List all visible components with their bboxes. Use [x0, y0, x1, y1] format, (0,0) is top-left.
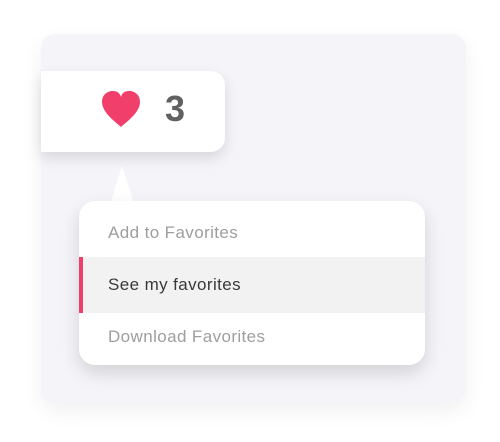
- favorites-dropdown-menu: Add to Favorites See my favorites Downlo…: [79, 201, 425, 365]
- heart-icon[interactable]: [99, 89, 143, 129]
- stage: 3 Add to Favorites See my favorites Down…: [0, 0, 500, 442]
- menu-item-download-favorites[interactable]: Download Favorites: [79, 309, 425, 365]
- favorites-count: 3: [165, 88, 186, 129]
- menu-pointer-arrow: [110, 166, 134, 204]
- menu-item-add-to-favorites[interactable]: Add to Favorites: [79, 205, 425, 261]
- menu-item-see-my-favorites[interactable]: See my favorites: [79, 257, 425, 313]
